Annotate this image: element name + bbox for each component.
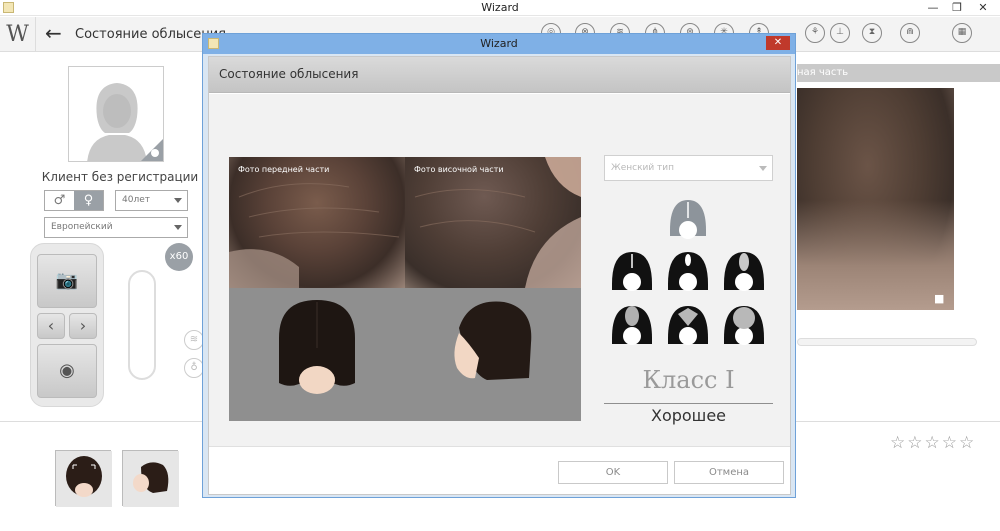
- baldness-class-icons: [612, 200, 764, 345]
- close-button[interactable]: ✕: [970, 0, 996, 16]
- class-icon-2[interactable]: [668, 252, 708, 291]
- hair-front-thumbnail: [56, 451, 112, 507]
- background-panel-header: ная часть: [797, 64, 1000, 82]
- minimize-button[interactable]: —: [920, 0, 946, 16]
- background-progress-bar: [797, 338, 977, 346]
- chevron-right-icon: ›: [79, 316, 87, 335]
- window-titlebar: Wizard — ❐ ✕: [0, 0, 1000, 16]
- baldness-quality: Хорошее: [650, 406, 727, 425]
- class-icon-5[interactable]: [668, 306, 708, 345]
- lightbulb-icon: ♁: [184, 358, 204, 378]
- hair-side-thumbnail: [123, 451, 179, 507]
- tool-icon-12[interactable]: ▦: [952, 23, 972, 43]
- next-button[interactable]: ›: [69, 313, 97, 339]
- class-divider: [604, 403, 773, 404]
- gender-male-button[interactable]: ♂: [45, 191, 74, 210]
- chevron-down-icon: [174, 225, 182, 230]
- age-value: 40лет: [122, 195, 150, 205]
- camera-icon: 📷: [55, 270, 79, 291]
- logo: W: [0, 17, 36, 52]
- record-button[interactable]: ◉: [37, 344, 97, 398]
- front-head-model: [279, 300, 355, 394]
- dialog-header: Состояние облысения: [209, 57, 790, 93]
- dialog-body: Фото передней части Фото височной части: [209, 94, 790, 446]
- tool-icon-8[interactable]: ⚘: [805, 23, 825, 43]
- magnification-badge: x60: [165, 243, 193, 271]
- avatar-silhouette-icon: [69, 67, 163, 161]
- hair-model-illustrations: [279, 300, 532, 394]
- client-avatar[interactable]: [68, 66, 164, 162]
- baldness-class-title: Класс I: [642, 366, 735, 394]
- rating-stars[interactable]: ☆☆☆☆☆: [890, 433, 976, 453]
- prev-button[interactable]: ‹: [37, 313, 65, 339]
- age-select[interactable]: 40лет: [115, 190, 188, 211]
- wifi-icon: ≋: [184, 330, 204, 350]
- photo-front[interactable]: Фото передней части: [229, 157, 405, 288]
- cancel-button[interactable]: Отмена: [674, 461, 784, 484]
- probe-device-illustration: [128, 270, 156, 380]
- class-icon-6[interactable]: [724, 306, 764, 345]
- chevron-down-icon: [759, 166, 767, 171]
- thumbnail-front[interactable]: [55, 450, 112, 507]
- class-icon-4[interactable]: [612, 306, 652, 345]
- device-control-pad: 📷 ‹ › ◉: [30, 243, 104, 407]
- camera-button[interactable]: 📷: [37, 254, 97, 308]
- baldness-class-grid: [604, 194, 773, 384]
- photo-side-label: Фото височной части: [414, 165, 504, 174]
- client-name: Клиент без регистрации: [41, 170, 199, 184]
- hair-front-photo: [229, 183, 400, 288]
- photo-front-label: Фото передней части: [238, 165, 330, 174]
- dialog-footer: OK Отмена: [209, 446, 790, 494]
- record-icon: ◉: [59, 360, 75, 381]
- side-head-model: [454, 301, 532, 380]
- camera-icon: ■: [934, 292, 945, 305]
- ethnicity-value: Европейский: [51, 222, 113, 232]
- class-icon-3[interactable]: [724, 252, 764, 291]
- hair-type-select[interactable]: Женский тип: [604, 155, 773, 181]
- hair-type-value: Женский тип: [611, 163, 675, 173]
- wizard-dialog: Wizard ✕ Состояние облысения Фото передн…: [202, 33, 796, 498]
- class-icon-1[interactable]: [612, 252, 652, 291]
- hair-model-row: [229, 288, 581, 421]
- gender-female-button[interactable]: ♀: [74, 191, 103, 210]
- dialog-titlebar: Wizard ✕: [203, 34, 795, 54]
- window-title: Wizard: [481, 1, 519, 14]
- tool-icon-11[interactable]: ⋒: [900, 23, 920, 43]
- chevron-left-icon: ‹: [47, 316, 55, 335]
- photo-grid: Фото передней части Фото височной части: [229, 157, 581, 421]
- hair-side-photo: [414, 157, 581, 288]
- chevron-down-icon: [174, 198, 182, 203]
- background-photo-skin: [797, 200, 954, 310]
- dialog-title: Wizard: [480, 37, 518, 50]
- back-arrow-icon[interactable]: ←: [45, 21, 62, 45]
- tool-icon-10[interactable]: ⧗: [862, 23, 882, 43]
- dialog-close-button[interactable]: ✕: [766, 36, 790, 50]
- dialog-header-title: Состояние облысения: [219, 67, 359, 81]
- close-icon: ✕: [773, 37, 783, 48]
- ok-button[interactable]: OK: [558, 461, 668, 484]
- tool-icon-9[interactable]: ⊥: [830, 23, 850, 43]
- gender-toggle: ♂ ♀: [44, 190, 104, 211]
- dialog-content: Состояние облысения Фото передней части: [208, 56, 791, 495]
- photo-side[interactable]: Фото височной части: [405, 157, 581, 288]
- ethnicity-select[interactable]: Европейский: [44, 217, 188, 238]
- restore-button[interactable]: ❐: [944, 0, 970, 16]
- class-icon-selected[interactable]: [670, 200, 706, 239]
- thumbnail-side[interactable]: [122, 450, 179, 507]
